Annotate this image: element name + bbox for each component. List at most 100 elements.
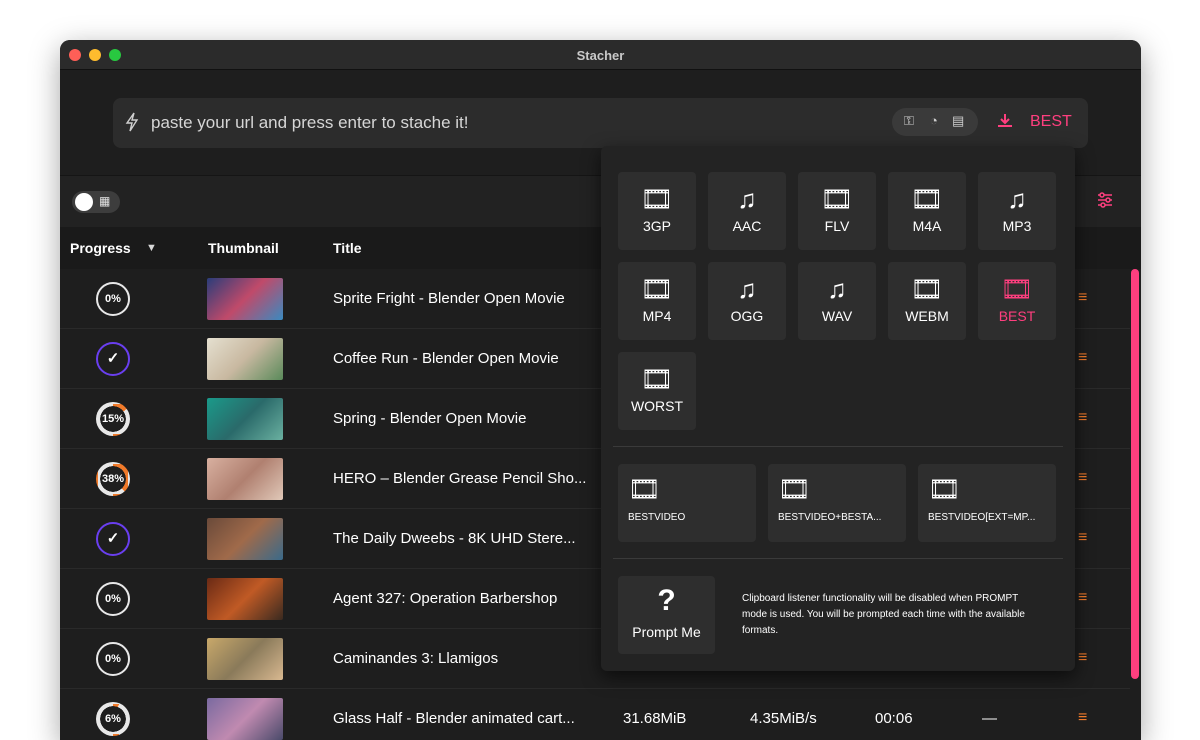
format-menu: 🎞 3GP ♫ AAC 🎞 FLV 🎞 M4A ♫ MP3 🎞 MP4 ♫ OG… <box>601 146 1075 671</box>
prompt-label: Prompt Me <box>632 624 701 640</box>
format-ogg[interactable]: ♫ OGG <box>708 262 786 340</box>
format-label: BEST <box>998 308 1036 324</box>
format-webm[interactable]: 🎞 WEBM <box>888 262 966 340</box>
url-options-pill: ⚿ ◔ ▤ <box>892 108 978 136</box>
format-mp4[interactable]: 🎞 MP4 <box>618 262 696 340</box>
format-label: WORST <box>630 398 684 414</box>
video-thumbnail <box>207 398 283 440</box>
title-header[interactable]: Title <box>333 240 362 256</box>
download-speed: 4.35MiB/s <box>750 710 817 727</box>
format-aac[interactable]: ♫ AAC <box>708 172 786 250</box>
video-title: Coffee Run - Blender Open Movie <box>333 350 559 367</box>
format-bestvideo-bestaudio[interactable]: 🎞 BESTVIDEO+BESTA... <box>768 464 906 542</box>
filter-icon[interactable]: ▼ <box>146 242 157 254</box>
app-window: Stacher ⚿ ◔ ▤ BEST ▦ Progres <box>60 40 1141 740</box>
film-icon: 🎞 <box>1000 274 1034 304</box>
format-bestvideo-ext[interactable]: 🎞 BESTVIDEO[EXT=MP... <box>918 464 1056 542</box>
film-icon: 🎞 <box>820 184 854 214</box>
format-m4a[interactable]: 🎞 M4A <box>888 172 966 250</box>
extra-status: — <box>982 710 997 727</box>
format-bestvideo[interactable]: 🎞 BESTVIDEO <box>618 464 756 542</box>
format-wav[interactable]: ♫ WAV <box>798 262 876 340</box>
music-note-icon: ♫ <box>737 184 757 214</box>
key-icon[interactable]: ⚿ <box>904 113 914 129</box>
progress-ring: 0% <box>96 642 130 676</box>
film-icon: 🎞 <box>928 474 962 504</box>
eta: 00:06 <box>875 710 913 727</box>
row-menu-icon[interactable]: ≡ <box>1078 709 1087 727</box>
video-thumbnail <box>207 458 283 500</box>
scrollbar[interactable] <box>1131 269 1139 679</box>
progress-ring: ✓ <box>96 342 130 376</box>
toggle-knob <box>75 193 93 211</box>
music-note-icon: ♫ <box>737 274 757 304</box>
format-worst[interactable]: 🎞 WORST <box>618 352 696 430</box>
format-label: M4A <box>912 218 942 234</box>
format-label: OGG <box>730 308 764 324</box>
format-label: WEBM <box>905 308 949 324</box>
row-menu-icon[interactable]: ≡ <box>1078 349 1087 367</box>
cookie-icon[interactable]: ◔ <box>930 113 938 128</box>
progress-ring: 15% <box>96 402 130 436</box>
table-row[interactable]: 6% Glass Half - Blender animated cart...… <box>60 689 1130 740</box>
format-selector-button[interactable]: BEST <box>1030 113 1072 131</box>
row-menu-icon[interactable]: ≡ <box>1078 529 1087 547</box>
format-label: FLV <box>824 218 850 234</box>
file-size: 31.68MiB <box>623 710 687 727</box>
download-icon[interactable] <box>996 112 1014 135</box>
video-thumbnail <box>207 638 283 680</box>
window-title: Stacher <box>576 48 625 63</box>
thumbnail-header[interactable]: Thumbnail <box>208 240 279 256</box>
video-thumbnail <box>207 518 283 560</box>
video-title: Caminandes 3: Llamigos <box>333 650 499 667</box>
question-icon: ? <box>657 584 676 617</box>
music-note-icon: ♫ <box>1007 184 1027 214</box>
video-title: Spring - Blender Open Movie <box>333 410 527 427</box>
format-3gp[interactable]: 🎞 3GP <box>618 172 696 250</box>
url-input[interactable] <box>151 108 851 138</box>
film-icon: 🎞 <box>640 184 674 214</box>
video-thumbnail <box>207 278 283 320</box>
row-menu-icon[interactable]: ≡ <box>1078 409 1087 427</box>
format-label: BESTVIDEO+BESTA... <box>778 512 882 523</box>
format-best[interactable]: 🎞 BEST <box>978 262 1056 340</box>
film-icon: 🎞 <box>778 474 812 504</box>
video-title: Agent 327: Operation Barbershop <box>333 590 558 607</box>
row-menu-icon[interactable]: ≡ <box>1078 469 1087 487</box>
progress-ring: 6% <box>96 702 130 736</box>
row-menu-icon[interactable]: ≡ <box>1078 289 1087 307</box>
format-label: AAC <box>732 218 762 234</box>
format-label: WAV <box>821 308 853 324</box>
prompt-note: Clipboard listener functionality will be… <box>742 593 1025 636</box>
settings-sliders-icon[interactable] <box>1096 191 1114 214</box>
video-title: Glass Half - Blender animated cart... <box>333 710 575 727</box>
bolt-icon <box>125 112 139 137</box>
progress-ring: 0% <box>96 282 130 316</box>
progress-ring: ✓ <box>96 522 130 556</box>
video-thumbnail <box>207 698 283 740</box>
url-bar: ⚿ ◔ ▤ BEST <box>113 98 1088 148</box>
view-toggle[interactable]: ▦ <box>72 191 120 213</box>
prompt-me-button[interactable]: ? Prompt Me <box>618 576 715 654</box>
video-thumbnail <box>207 578 283 620</box>
title-bar: Stacher <box>60 40 1141 70</box>
format-label: 3GP <box>642 218 671 234</box>
film-icon: 🎞 <box>910 184 944 214</box>
progress-header[interactable]: Progress <box>70 240 131 256</box>
grid-icon: ▦ <box>99 194 111 208</box>
format-label: MP3 <box>1002 218 1032 234</box>
progress-ring: 38% <box>96 462 130 496</box>
divider <box>613 446 1063 447</box>
film-icon: 🎞 <box>628 474 662 504</box>
row-menu-icon[interactable]: ≡ <box>1078 649 1087 667</box>
progress-ring: 0% <box>96 582 130 616</box>
format-label: BESTVIDEO <box>628 512 686 523</box>
format-mp3[interactable]: ♫ MP3 <box>978 172 1056 250</box>
archive-icon[interactable]: ▤ <box>952 113 964 129</box>
film-icon: 🎞 <box>910 274 944 304</box>
format-flv[interactable]: 🎞 FLV <box>798 172 876 250</box>
format-label: BESTVIDEO[EXT=MP... <box>928 512 1036 523</box>
row-menu-icon[interactable]: ≡ <box>1078 589 1087 607</box>
video-thumbnail <box>207 338 283 380</box>
music-note-icon: ♫ <box>827 274 847 304</box>
